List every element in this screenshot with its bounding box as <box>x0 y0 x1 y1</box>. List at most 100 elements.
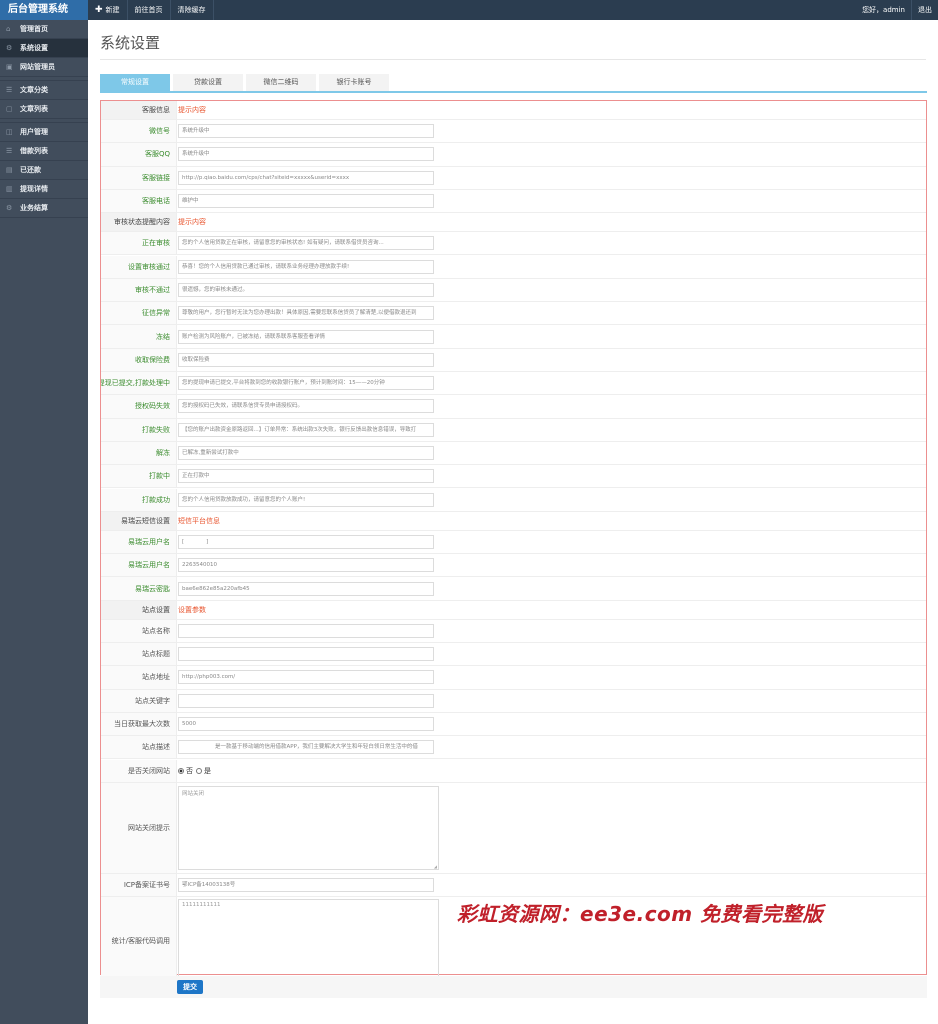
form-label: ICP备案证书号 <box>101 873 177 897</box>
text-input[interactable]: 维护中 <box>178 194 434 209</box>
form-label: 提现已提交,打款处理中 <box>101 372 177 395</box>
form-row: 易瑞云用户名[ ] <box>101 530 926 555</box>
logout-link[interactable]: 退出 <box>911 0 938 20</box>
section-hint: 短信平台信息 <box>178 516 220 525</box>
text-input[interactable]: 系统升级中 <box>178 147 434 162</box>
text-input[interactable]: 【您的账户出款资金原路返回...】订单异常：系统出款3次失败，银行反馈出款信息错… <box>178 422 434 437</box>
radio-label: 否 <box>186 766 193 775</box>
text-input[interactable]: http://p.qiao.baidu.com/cps/chat?siteid=… <box>178 170 434 185</box>
text-input[interactable]: 收取保险费 <box>178 352 434 367</box>
form-value-cell: 【您的账户出款资金原路返回...】订单异常：系统出款3次失败，银行反馈出款信息错… <box>177 419 926 441</box>
sidebar-item-article-category[interactable]: ☰ 文章分类 <box>0 81 88 100</box>
sidebar-item-system-settings[interactable]: ⚙ 系统设置 <box>0 39 88 58</box>
form-row: 提现已提交,打款处理中 您的提现申请已提交,平台将款到您的收款银行账户，预计到账时… <box>101 372 926 396</box>
sidebar-item-article-list[interactable]: ▢ 文章列表 <box>0 100 88 119</box>
tab-bank-account[interactable]: 银行卡账号 <box>319 74 389 91</box>
textarea-field[interactable]: 11111111111 <box>178 898 439 983</box>
form-label: 审核状态提醒内容 <box>101 213 177 232</box>
radio-button[interactable] <box>196 767 202 774</box>
form-value-cell <box>177 643 926 665</box>
form-row: 站点名称 <box>101 619 926 643</box>
tab-wechat-qrcode[interactable]: 微信二维码 <box>246 74 316 91</box>
form-value-cell: 网站关闭 <box>177 783 926 873</box>
form-label: 站点描述 <box>101 736 177 759</box>
form-row: 客服QQ 系统升级中 <box>101 143 926 167</box>
wallet-icon: ▥ <box>6 185 13 193</box>
goto-home-link[interactable]: 前往首页 <box>128 0 171 20</box>
form-label: 正在审核 <box>101 232 177 255</box>
sidebar-item-repaid[interactable]: ▤ 已还款 <box>0 161 88 180</box>
text-input[interactable]: 恭喜！您的个人信用贷款已通过审核，请联系业务经理办理放款手续! <box>178 259 434 274</box>
sidebar-item-site-admin[interactable]: ▣ 网站管理员 <box>0 58 88 77</box>
text-input[interactable]: 很遗憾，您的审核未通过。 <box>178 282 434 297</box>
form-value-cell: http://p.qiao.baidu.com/cps/chat?siteid=… <box>177 167 926 189</box>
sidebar-item-user-management[interactable]: ◫ 用户管理 <box>0 123 88 142</box>
form-row: 微信号 系统升级中 <box>101 120 926 144</box>
text-input[interactable] <box>178 693 434 708</box>
sidebar-item-withdraw-detail[interactable]: ▥ 提现详情 <box>0 180 88 199</box>
form-value-cell: 很遗憾，您的审核未通过。 <box>177 279 926 301</box>
new-button[interactable]: ✚ 新建 <box>88 0 128 20</box>
form-value-cell: 尊敬的用户，您行暂时无法为您办理出款！具体原因,需要您联系信贷员了解清楚,以便借… <box>177 302 926 324</box>
clear-cache-button[interactable]: 清除缓存 <box>171 0 214 20</box>
text-input[interactable]: [ ] <box>178 534 434 549</box>
form-value-cell <box>177 620 926 642</box>
form-row: 收取保险费 收取保险费 <box>101 348 926 372</box>
text-input[interactable]: http://php003.com/ <box>178 670 434 685</box>
tab-loan-settings[interactable]: 贷款设置 <box>173 74 243 91</box>
form-label: 站点关键字 <box>101 689 177 712</box>
form-row: 客服链接 http://p.qiao.baidu.com/cps/chat?sit… <box>101 166 926 190</box>
text-input[interactable]: 5000 <box>178 717 434 732</box>
text-input[interactable]: bae6e862e85a220afb45 <box>178 581 434 596</box>
form-label: 当日获取最大次数 <box>101 712 177 736</box>
form-value-cell: 系统升级中 <box>177 143 926 165</box>
form-label: 征信异常 <box>101 302 177 325</box>
form-value-cell: 已解冻,重新尝试打款中 <box>177 442 926 464</box>
text-input[interactable]: 已解冻,重新尝试打款中 <box>178 446 434 461</box>
home-icon: ⌂ <box>6 25 11 33</box>
text-input[interactable]: 您的个人信用贷款放款成功，请留意您的个人账户! <box>178 492 434 507</box>
text-input[interactable]: 2263540010 <box>178 558 434 573</box>
form-label: 授权码失效 <box>101 395 177 418</box>
text-input[interactable]: 您的提现申请已提交,平台将款到您的收款银行账户，预计到账时间：15——20分钟 <box>178 376 434 391</box>
text-input[interactable] <box>178 623 434 638</box>
tab-general-settings[interactable]: 常规设置 <box>100 74 170 91</box>
text-input[interactable] <box>178 647 434 662</box>
check-icon: ▤ <box>6 166 13 174</box>
text-input[interactable]: 您的个人信用贷款正在审核，请留意您的审核状态! 如有疑问，请联系借贷员咨询... <box>178 236 434 251</box>
document-icon: ▢ <box>6 105 13 113</box>
form-value-cell: 您的个人信用贷款正在审核，请留意您的审核状态! 如有疑问，请联系借贷员咨询... <box>177 232 926 254</box>
form-value-cell: 是一款基于移动端的信用借款APP，我们主要解决大学生和年轻白领日常生活中的借 <box>177 736 926 758</box>
submit-button[interactable]: 提交 <box>177 980 203 994</box>
form-label: 易瑞云密匙 <box>101 577 177 600</box>
form-row: 站点地址 http://php003.com/ <box>101 666 926 690</box>
radio-button[interactable] <box>178 767 184 774</box>
form-value-cell: 您的授权码已失效，请联系信贷专员申请授权码。 <box>177 395 926 417</box>
form-value-cell: 2263540010 <box>177 554 926 576</box>
form-row: 易瑞云用户名 2263540010 <box>101 554 926 578</box>
form-label: 审核不通过 <box>101 278 177 302</box>
app-logo[interactable]: 后台管理系统 <box>0 0 88 20</box>
text-input[interactable]: 系统升级中 <box>178 124 434 139</box>
textarea-field[interactable]: 网站关闭 <box>178 785 439 870</box>
text-input[interactable]: 尊敬的用户，您行暂时无法为您办理出款！具体原因,需要您联系信贷员了解清楚,以便借… <box>178 306 434 321</box>
text-input[interactable]: 鄂ICP备14003138号 <box>178 877 434 892</box>
form-row: 站点关键字 <box>101 689 926 713</box>
text-input[interactable]: 是一款基于移动端的信用借款APP，我们主要解决大学生和年轻白领日常生活中的借 <box>178 740 434 755</box>
sidebar-item-loan-list[interactable]: ☰ 借款列表 <box>0 142 88 161</box>
form-label: 易瑞云用户名 <box>101 554 177 577</box>
form-row: 站点标题 <box>101 643 926 667</box>
sidebar-item-settlement[interactable]: ⚙ 业务结算 <box>0 199 88 218</box>
text-input[interactable]: 您的授权码已失效，请联系信贷专员申请授权码。 <box>178 399 434 414</box>
form-value-cell: 您的个人信用贷款放款成功，请留意您的个人账户! <box>177 489 926 511</box>
sidebar-item-home[interactable]: ⌂ 管理首页 <box>0 20 88 39</box>
text-input[interactable]: 账户检测为风险账户，已被冻结，请联系联系客服查看详情 <box>178 329 434 344</box>
section-hint: 设置参数 <box>178 605 206 614</box>
form-section-header: 站点设置 设置参数 <box>101 600 926 620</box>
form-label: 统计/客服代码调用 <box>101 897 177 985</box>
form-value-cell: [ ] <box>177 531 926 553</box>
page-title: 系统设置 <box>100 34 161 52</box>
text-input[interactable]: 正在打款中 <box>178 469 434 484</box>
form-label: 客服QQ <box>101 143 177 166</box>
form-value-cell: bae6e862e85a220afb45 <box>177 577 926 599</box>
